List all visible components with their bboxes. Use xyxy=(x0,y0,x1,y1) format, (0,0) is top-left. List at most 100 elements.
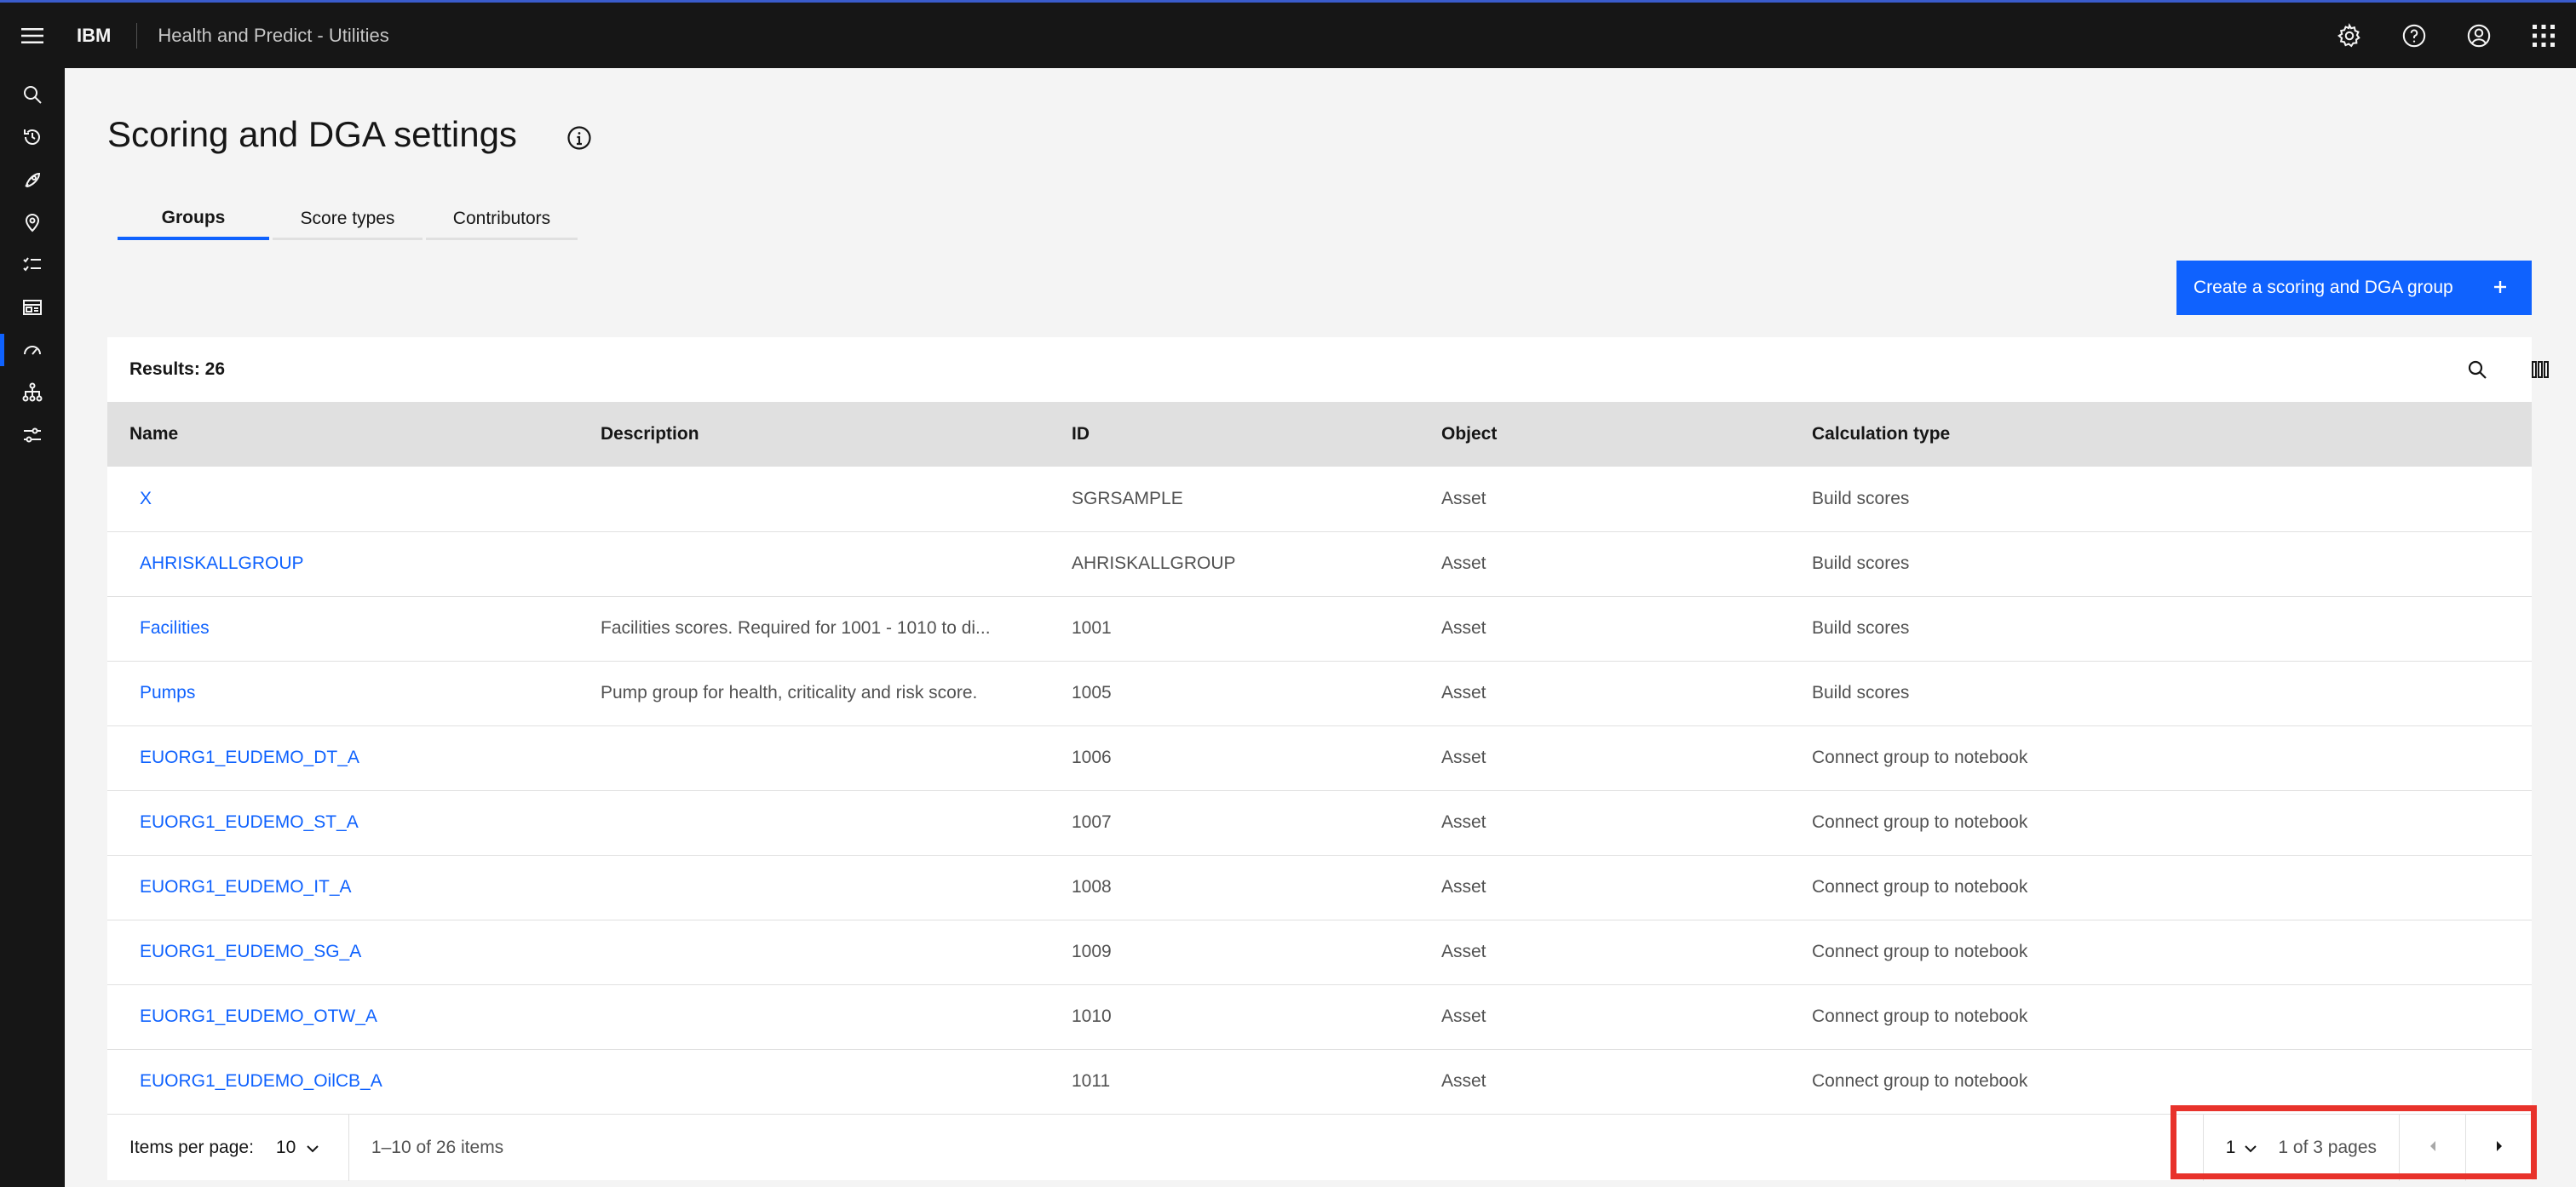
app-name: Health and Predict - Utilities xyxy=(158,24,389,46)
group-name-link[interactable]: X xyxy=(107,467,578,531)
items-per-page-select[interactable]: 10 xyxy=(254,1114,349,1181)
group-description xyxy=(578,725,1049,790)
group-calculation-type: Connect group to notebook xyxy=(1812,812,2028,832)
group-calculation-type: Connect group to notebook xyxy=(1812,942,2028,961)
brand-name[interactable]: IBM xyxy=(65,25,136,47)
column-header-description[interactable]: Description xyxy=(578,402,1049,467)
group-name-link[interactable]: EUORG1_EUDEMO_DT_A xyxy=(107,725,578,790)
group-description xyxy=(578,920,1049,984)
menu-icon[interactable] xyxy=(0,3,65,68)
group-object: Asset xyxy=(1441,553,1486,573)
group-id: 1011 xyxy=(1072,1071,1111,1091)
app-switcher-icon[interactable] xyxy=(2511,3,2576,68)
group-object: Asset xyxy=(1441,488,1486,508)
group-object: Asset xyxy=(1441,1006,1486,1026)
group-id: AHRISKALLGROUP xyxy=(1072,553,1236,573)
nav-recent-icon[interactable] xyxy=(0,116,65,158)
group-name-link[interactable]: EUORG1_EUDEMO_OilCB_A xyxy=(107,1049,578,1114)
table-toolbar: Results: 26 xyxy=(107,337,2549,402)
group-object: Asset xyxy=(1441,942,1486,961)
side-navigation xyxy=(0,68,65,1187)
nav-hierarchy-icon[interactable] xyxy=(0,371,65,414)
group-name-link[interactable]: AHRISKALLGROUP xyxy=(107,531,578,596)
group-name-link[interactable]: EUORG1_EUDEMO_IT_A xyxy=(107,855,578,920)
group-description xyxy=(578,790,1049,855)
results-count: Results: 26 xyxy=(129,359,226,379)
group-id: 1007 xyxy=(1072,812,1112,832)
group-name-link[interactable]: EUORG1_EUDEMO_OTW_A xyxy=(107,984,578,1049)
items-range: 1–10 of 26 items xyxy=(371,1137,504,1157)
column-header-object[interactable]: Object xyxy=(1419,402,1790,467)
group-name-link[interactable]: Facilities xyxy=(107,596,578,661)
group-id: 1006 xyxy=(1072,748,1112,767)
group-description xyxy=(578,1049,1049,1114)
column-header-calculation-type[interactable]: Calculation type xyxy=(1790,402,2532,467)
table-row: EUORG1_EUDEMO_SG_A 1009 Asset Connect gr… xyxy=(107,920,2532,984)
table-row: AHRISKALLGROUP AHRISKALLGROUP Asset Buil… xyxy=(107,531,2532,596)
group-id: 1009 xyxy=(1072,942,1112,961)
table-row: Pumps Pump group for health, criticality… xyxy=(107,661,2532,725)
group-calculation-type: Connect group to notebook xyxy=(1812,1006,2028,1026)
nav-task-list-icon[interactable] xyxy=(0,244,65,286)
tab-contributors[interactable]: Contributors xyxy=(426,199,578,240)
group-object: Asset xyxy=(1441,618,1486,638)
table-row: EUORG1_EUDEMO_OilCB_A 1011 Asset Connect… xyxy=(107,1049,2532,1114)
group-id: 1010 xyxy=(1072,1006,1112,1026)
group-id: 1005 xyxy=(1072,683,1112,702)
groups-table: Name Description ID Object Calculation t… xyxy=(107,402,2532,1115)
table-row: EUORG1_EUDEMO_ST_A 1007 Asset Connect gr… xyxy=(107,790,2532,855)
plus-icon xyxy=(2489,276,2511,303)
group-description: Pump group for health, criticality and r… xyxy=(601,683,978,702)
column-header-id[interactable]: ID xyxy=(1049,402,1419,467)
group-name-link[interactable]: EUORG1_EUDEMO_ST_A xyxy=(107,790,578,855)
chevron-down-icon xyxy=(306,1138,319,1158)
group-name-link[interactable]: EUORG1_EUDEMO_SG_A xyxy=(107,920,578,984)
group-name-link[interactable]: Pumps xyxy=(107,661,578,725)
create-group-label: Create a scoring and DGA group xyxy=(2194,278,2453,297)
group-calculation-type: Connect group to notebook xyxy=(1812,1071,2028,1091)
group-description: Facilities scores. Required for 1001 - 1… xyxy=(601,618,991,638)
column-header-name[interactable]: Name xyxy=(107,402,578,467)
group-object: Asset xyxy=(1441,748,1486,767)
group-calculation-type: Connect group to notebook xyxy=(1812,877,2028,897)
group-id: 1008 xyxy=(1072,877,1112,897)
page-title: Scoring and DGA settings xyxy=(107,114,517,154)
nav-sliders-icon[interactable] xyxy=(0,414,65,456)
table-search-icon[interactable] xyxy=(2462,354,2493,385)
group-description xyxy=(578,984,1049,1049)
nav-rocket-icon[interactable] xyxy=(0,158,65,201)
tab-groups[interactable]: Groups xyxy=(118,199,269,240)
group-calculation-type: Build scores xyxy=(1812,553,1910,573)
table-header-row: Name Description ID Object Calculation t… xyxy=(107,402,2532,467)
settings-icon[interactable] xyxy=(2317,3,2382,68)
table-row: EUORG1_EUDEMO_OTW_A 1010 Asset Connect g… xyxy=(107,984,2532,1049)
group-object: Asset xyxy=(1441,812,1486,832)
create-group-button[interactable]: Create a scoring and DGA group xyxy=(2176,261,2532,315)
items-per-page-value: 10 xyxy=(275,1137,296,1157)
group-object: Asset xyxy=(1441,877,1486,897)
group-description xyxy=(578,467,1049,531)
nav-location-icon[interactable] xyxy=(0,201,65,244)
table-row: X SGRSAMPLE Asset Build scores xyxy=(107,467,2532,531)
nav-gauge-icon[interactable] xyxy=(0,329,65,371)
group-calculation-type: Build scores xyxy=(1812,683,1910,702)
group-id: SGRSAMPLE xyxy=(1072,488,1183,508)
main-content: Scoring and DGA settings Groups Score ty… xyxy=(65,68,2576,1187)
column-settings-icon[interactable] xyxy=(2525,354,2556,385)
pagination-bar: Items per page: 10 1–10 of 26 items 1 1 … xyxy=(107,1114,2532,1181)
table-row: EUORG1_EUDEMO_IT_A 1008 Asset Connect gr… xyxy=(107,855,2532,920)
table-row: Facilities Facilities scores. Required f… xyxy=(107,596,2532,661)
group-calculation-type: Connect group to notebook xyxy=(1812,748,2028,767)
tab-list: Groups Score types Contributors xyxy=(118,199,581,240)
nav-dashboard-icon[interactable] xyxy=(0,286,65,329)
table-row: EUORG1_EUDEMO_DT_A 1006 Asset Connect gr… xyxy=(107,725,2532,790)
group-object: Asset xyxy=(1441,683,1486,702)
help-icon[interactable] xyxy=(2382,3,2447,68)
nav-search-icon[interactable] xyxy=(0,73,65,116)
tab-score-types[interactable]: Score types xyxy=(273,199,423,240)
group-id: 1001 xyxy=(1072,618,1112,638)
user-avatar-icon[interactable] xyxy=(2447,3,2511,68)
data-table-container: Results: 26 Name Description ID Object C… xyxy=(107,337,2549,1181)
info-icon[interactable] xyxy=(566,124,593,152)
header-actions xyxy=(2317,3,2576,68)
